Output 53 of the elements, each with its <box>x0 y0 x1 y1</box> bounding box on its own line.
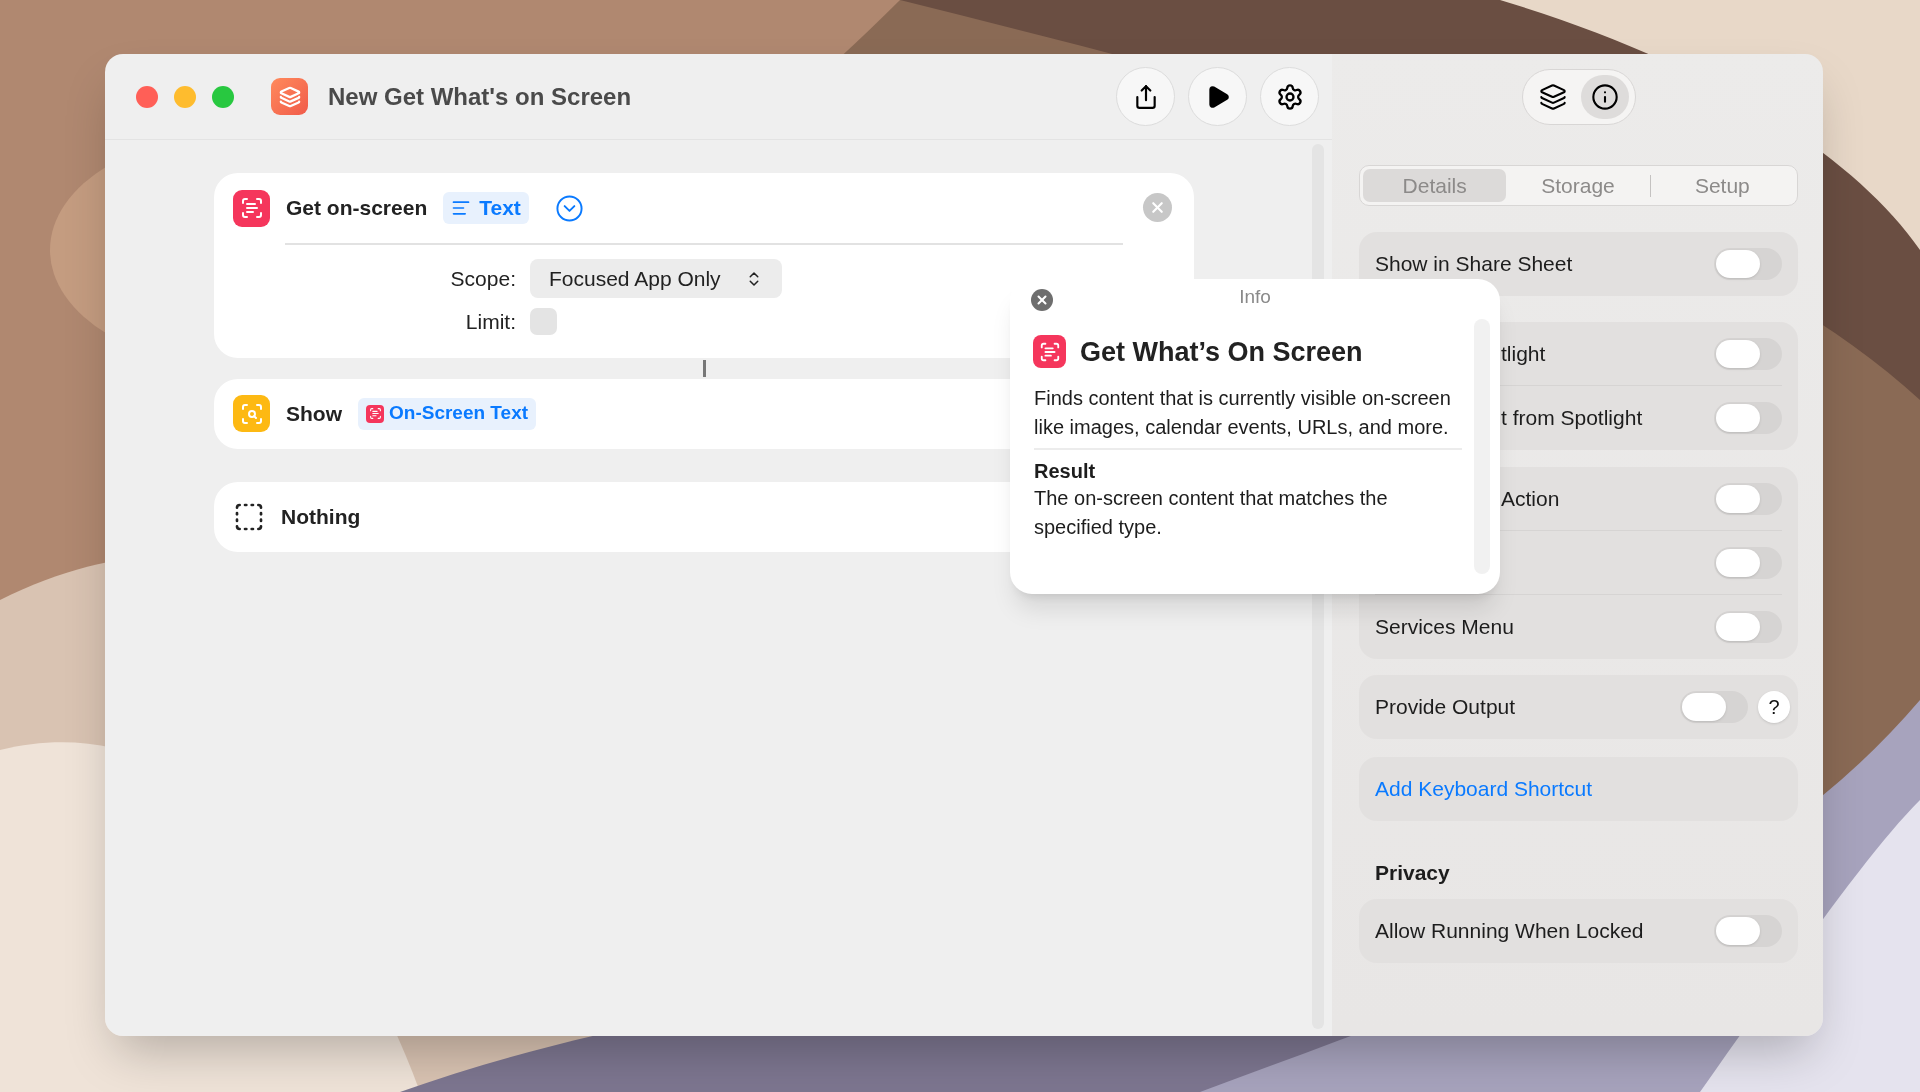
setting-label: t from Spotlight <box>1501 406 1643 430</box>
setting-label: Services Menu <box>1375 615 1514 639</box>
scan-search-icon <box>233 395 270 432</box>
layers-icon <box>1538 83 1567 111</box>
setting-label: Show in Share Sheet <box>1375 252 1573 276</box>
popover-title: Get What’s On Screen <box>1080 335 1363 369</box>
toggle-switch[interactable] <box>1714 482 1782 515</box>
chevron-down-icon[interactable] <box>554 193 584 223</box>
settings-icon <box>1275 82 1304 111</box>
toggle-switch[interactable] <box>1714 248 1782 280</box>
toggle-switch[interactable] <box>1714 611 1782 643</box>
close-icon <box>1035 293 1049 307</box>
checkbox[interactable] <box>530 308 557 336</box>
setting-label: Action <box>1501 486 1560 510</box>
toggle-switch[interactable] <box>1714 402 1782 434</box>
app-icon <box>271 78 308 115</box>
minimize-window-button[interactable] <box>174 85 196 108</box>
popover-header: Info <box>1239 286 1271 307</box>
help-button[interactable]: ? <box>1758 691 1790 723</box>
zoom-window-button[interactable] <box>212 85 234 108</box>
setting-label: Provide Output <box>1375 695 1516 719</box>
action-title: Show <box>286 400 342 427</box>
toggle-switch[interactable] <box>1680 691 1748 723</box>
action-title: Get on-screen <box>286 195 428 222</box>
result-heading: Result <box>1034 459 1097 484</box>
scan-text-icon <box>1033 335 1066 369</box>
parameter-label: Limit: <box>464 309 516 335</box>
close-window-button[interactable] <box>136 85 158 108</box>
info-button[interactable] <box>1580 75 1629 119</box>
add-keyboard-shortcut-link[interactable]: Add Keyboard Shortcut <box>1359 757 1798 821</box>
text-token[interactable]: Text <box>443 192 529 224</box>
window-title: New Get What's on Screen <box>328 81 632 112</box>
tab[interactable]: Details <box>1363 169 1507 202</box>
close-icon <box>1149 199 1166 216</box>
setting-label: tlight <box>1501 341 1546 365</box>
description-text: Finds content that is currently visible on-screen like images, calendar events, URLs, and more. <box>1034 384 1462 450</box>
section-heading: Privacy <box>1375 860 1451 886</box>
variable-token[interactable]: On-Screen Text <box>358 397 537 430</box>
tab[interactable]: Setup <box>1650 169 1794 202</box>
close-button[interactable] <box>1031 289 1053 311</box>
tab[interactable]: Storage <box>1506 169 1650 202</box>
scan-icon <box>366 404 384 423</box>
scan-text-icon <box>233 189 270 227</box>
info-icon <box>1590 83 1619 111</box>
toggle-switch[interactable] <box>1714 914 1782 947</box>
toggle-switch[interactable] <box>1714 337 1782 370</box>
toggle-switch[interactable] <box>1714 546 1782 579</box>
lines-icon <box>451 198 472 218</box>
scope-popup[interactable]: Focused App Only <box>530 259 782 298</box>
setting-label: Allow Running When Locked <box>1375 918 1644 942</box>
action-title: Nothing <box>281 503 361 530</box>
parameter-label: Scope: <box>449 265 516 292</box>
result-text: The on-screen content that matches the specified type. <box>1034 486 1389 540</box>
